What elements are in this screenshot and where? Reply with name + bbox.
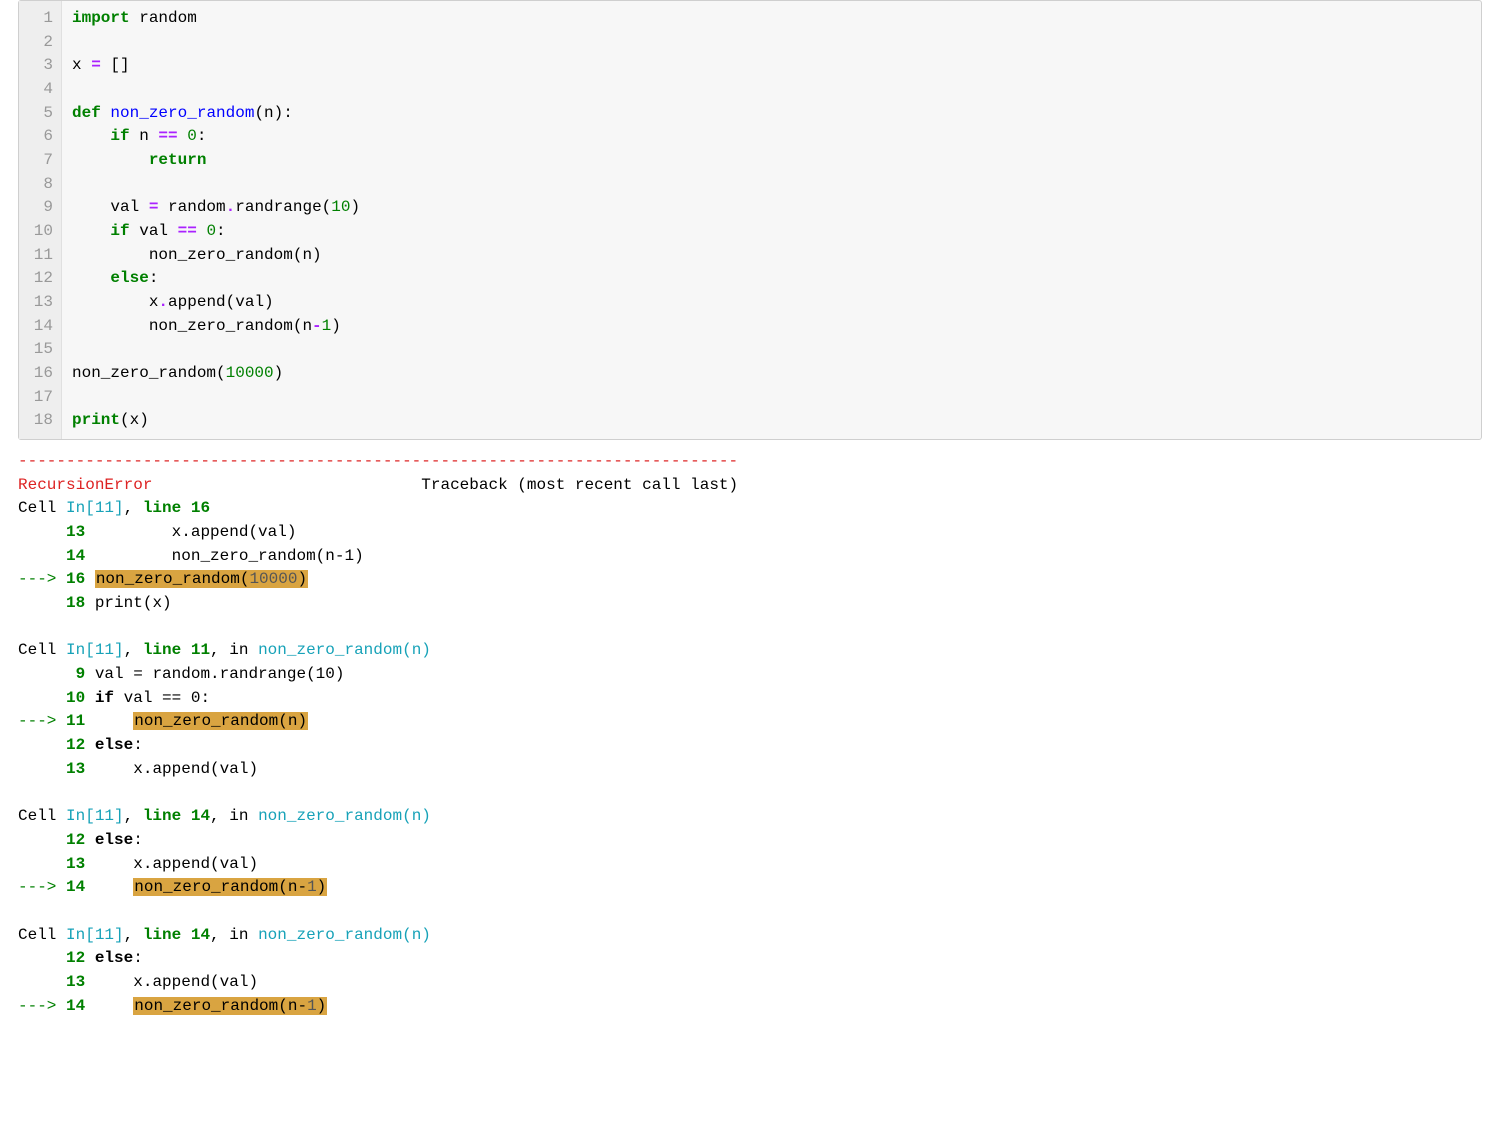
line-number: 16 — [29, 362, 53, 386]
line-number: 2 — [29, 31, 53, 55]
blank-line — [18, 900, 1482, 924]
line-number: 3 — [29, 54, 53, 78]
code-line[interactable] — [72, 173, 1471, 197]
line-number: 10 — [29, 220, 53, 244]
line-number: 4 — [29, 78, 53, 102]
traceback-label: Traceback (most recent call last) — [421, 476, 738, 494]
traceback-line: ---> 16 non_zero_random(10000) — [18, 568, 1482, 592]
output-area: ----------------------------------------… — [18, 450, 1482, 1018]
traceback-line: 12 else: — [18, 734, 1482, 758]
blank-line — [18, 782, 1482, 806]
line-number: 6 — [29, 125, 53, 149]
traceback-line: 12 else: — [18, 829, 1482, 853]
traceback-line: 14 non_zero_random(n-1) — [18, 545, 1482, 569]
error-name: RecursionError — [18, 476, 152, 494]
line-number: 12 — [29, 267, 53, 291]
highlighted-call: non_zero_random(n) — [133, 712, 308, 730]
line-number: 8 — [29, 173, 53, 197]
code-line[interactable]: non_zero_random(n) — [72, 244, 1471, 268]
blank-line — [18, 616, 1482, 640]
traceback-line: 13 x.append(val) — [18, 853, 1482, 877]
traceback-frame-header: Cell In[11], line 16 — [18, 497, 1482, 521]
code-line[interactable] — [72, 31, 1471, 55]
traceback-line: 10 if val == 0: — [18, 687, 1482, 711]
traceback-line: ---> 14 non_zero_random(n-1) — [18, 876, 1482, 900]
traceback-line: 18 print(x) — [18, 592, 1482, 616]
line-number: 18 — [29, 409, 53, 433]
highlighted-call: non_zero_random(10000) — [95, 570, 308, 588]
code-line[interactable]: else: — [72, 267, 1471, 291]
traceback-divider: ----------------------------------------… — [18, 450, 1482, 474]
code-cell[interactable]: 123456789101112131415161718 import rando… — [18, 0, 1482, 440]
code-line[interactable] — [72, 78, 1471, 102]
traceback-line: 12 else: — [18, 947, 1482, 971]
line-number: 7 — [29, 149, 53, 173]
line-number: 5 — [29, 102, 53, 126]
code-line[interactable] — [72, 338, 1471, 362]
code-line[interactable]: x.append(val) — [72, 291, 1471, 315]
highlighted-call: non_zero_random(n-1) — [133, 878, 327, 896]
line-number: 1 — [29, 7, 53, 31]
code-line[interactable]: import random — [72, 7, 1471, 31]
traceback-line: ---> 11 non_zero_random(n) — [18, 710, 1482, 734]
highlighted-call: non_zero_random(n-1) — [133, 997, 327, 1015]
traceback-frame-header: Cell In[11], line 11, in non_zero_random… — [18, 639, 1482, 663]
line-number-gutter: 123456789101112131415161718 — [19, 1, 62, 439]
line-number: 14 — [29, 315, 53, 339]
line-number: 13 — [29, 291, 53, 315]
code-editor[interactable]: import random x = [] def non_zero_random… — [62, 1, 1481, 439]
traceback-line: ---> 14 non_zero_random(n-1) — [18, 995, 1482, 1019]
code-line[interactable]: x = [] — [72, 54, 1471, 78]
code-line[interactable]: if n == 0: — [72, 125, 1471, 149]
code-line[interactable]: if val == 0: — [72, 220, 1471, 244]
code-line[interactable]: def non_zero_random(n): — [72, 102, 1471, 126]
traceback-line: 9 val = random.randrange(10) — [18, 663, 1482, 687]
code-line[interactable]: print(x) — [72, 409, 1471, 433]
traceback-header: RecursionError Traceback (most recent ca… — [18, 474, 1482, 498]
traceback-frame-header: Cell In[11], line 14, in non_zero_random… — [18, 805, 1482, 829]
traceback-line: 13 x.append(val) — [18, 971, 1482, 995]
line-number: 9 — [29, 196, 53, 220]
line-number: 15 — [29, 338, 53, 362]
traceback-frame-header: Cell In[11], line 14, in non_zero_random… — [18, 924, 1482, 948]
code-line[interactable]: val = random.randrange(10) — [72, 196, 1471, 220]
traceback-line: 13 x.append(val) — [18, 758, 1482, 782]
code-line[interactable]: non_zero_random(n-1) — [72, 315, 1471, 339]
code-line[interactable]: non_zero_random(10000) — [72, 362, 1471, 386]
line-number: 17 — [29, 386, 53, 410]
line-number: 11 — [29, 244, 53, 268]
traceback-line: 13 x.append(val) — [18, 521, 1482, 545]
code-line[interactable]: return — [72, 149, 1471, 173]
code-line[interactable] — [72, 386, 1471, 410]
